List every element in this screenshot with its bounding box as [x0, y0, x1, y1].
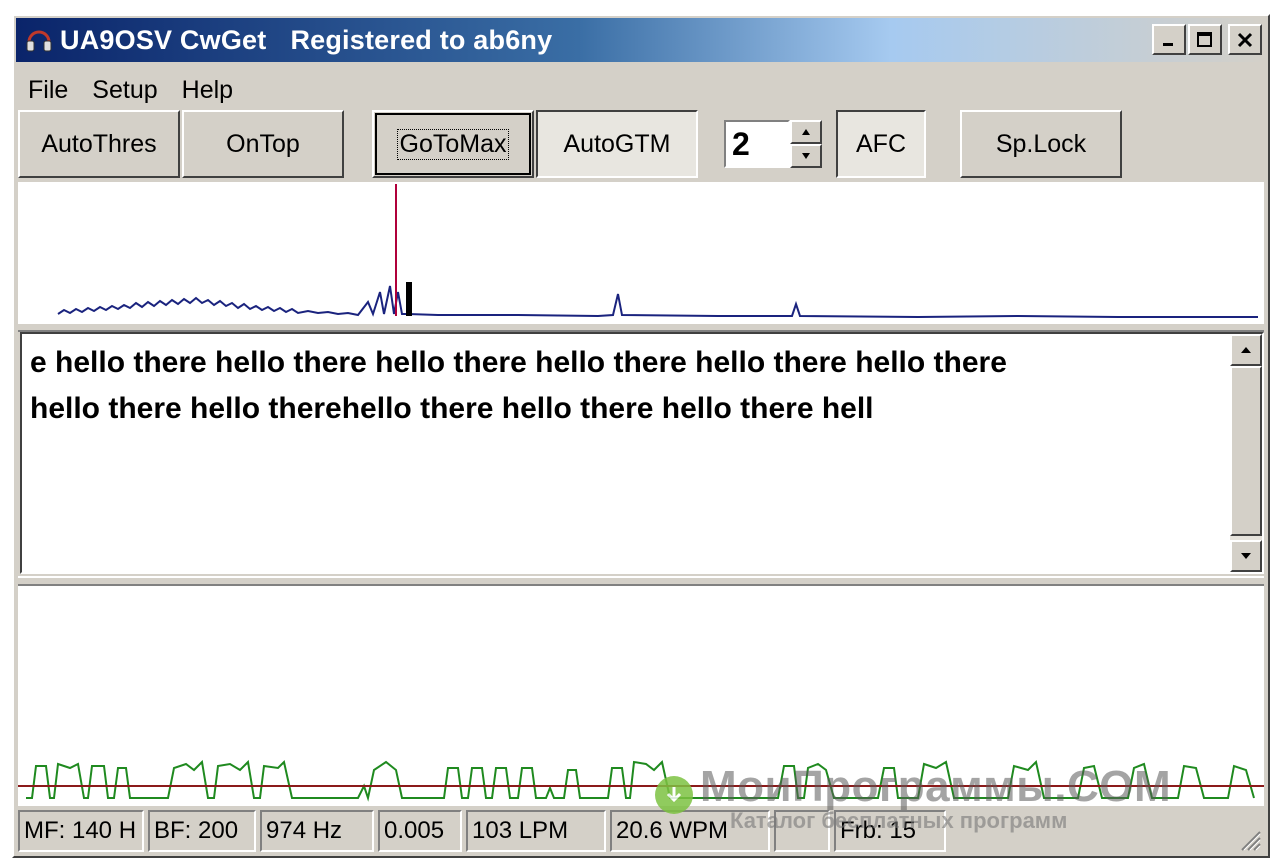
menu-bar: File Setup Help	[16, 72, 245, 108]
close-button[interactable]	[1228, 24, 1262, 55]
auto-gtm-label: AutoGTM	[563, 129, 671, 158]
sp-lock-label: Sp.Lock	[995, 129, 1087, 158]
arrow-down-icon	[802, 153, 810, 159]
status-frequency: 974 Hz	[260, 810, 374, 852]
app-window: UA9OSV CwGet Registered to ab6ny File Se…	[12, 14, 1270, 858]
vertical-scrollbar[interactable]	[1230, 334, 1262, 572]
splitter-top[interactable]	[18, 322, 1264, 332]
resize-grip-icon[interactable]	[1236, 826, 1262, 852]
toolbar: AutoThres OnTop GoToMax AutoGTM 2 AFC Sp…	[18, 110, 1264, 180]
go-to-max-label: GoToMax	[396, 128, 510, 160]
watermark-subtitle: Каталог бесплатных программ	[730, 808, 1068, 833]
gtm-interval-input[interactable]: 2	[724, 120, 790, 168]
spin-down-button[interactable]	[790, 144, 822, 168]
app-title: UA9OSV CwGet	[60, 24, 267, 55]
scroll-down-button[interactable]	[1230, 540, 1262, 572]
scroll-up-button[interactable]	[1230, 334, 1262, 366]
decoded-line-2: hello there hello therehello there hello…	[30, 392, 874, 425]
splitter-bottom[interactable]	[18, 576, 1264, 586]
auto-thres-button[interactable]: AutoThres	[18, 110, 180, 178]
minimize-icon	[1163, 42, 1173, 46]
on-top-button[interactable]: OnTop	[182, 110, 344, 178]
decoded-line-1: e hello there hello there hello there he…	[30, 346, 1007, 379]
menu-setup[interactable]: Setup	[80, 76, 169, 105]
menu-help[interactable]: Help	[170, 76, 245, 105]
status-bar: MF: 140 H BF: 200 974 Hz 0.005 103 LPM 2…	[18, 808, 1264, 854]
arrow-up-icon	[802, 129, 810, 135]
menu-file[interactable]: File	[16, 76, 80, 105]
window-controls	[1152, 24, 1262, 55]
gtm-interval-spinner	[790, 120, 822, 168]
afc-label: AFC	[856, 129, 906, 158]
status-level: 0.005	[378, 810, 462, 852]
on-top-label: OnTop	[226, 129, 300, 158]
registration-text: Registered to ab6ny	[290, 24, 553, 55]
arrow-up-icon	[1241, 347, 1251, 353]
afc-button[interactable]: AFC	[836, 110, 926, 178]
status-mf: MF: 140 H	[18, 810, 144, 852]
maximize-icon	[1197, 31, 1212, 47]
minimize-button[interactable]	[1152, 24, 1186, 55]
sp-lock-button[interactable]: Sp.Lock	[960, 110, 1122, 178]
title-bar[interactable]: UA9OSV CwGet Registered to ab6ny	[16, 18, 1266, 62]
arrow-down-icon	[1241, 553, 1251, 559]
spectrum-display[interactable]	[18, 182, 1264, 322]
headphones-icon	[24, 25, 54, 55]
auto-gtm-button[interactable]: AutoGTM	[536, 110, 698, 178]
tuning-marker	[406, 282, 412, 316]
decoded-text-area[interactable]: e hello there hello there hello there he…	[20, 332, 1264, 574]
maximize-button[interactable]	[1188, 24, 1222, 55]
status-lpm: 103 LPM	[466, 810, 606, 852]
status-bf: BF: 200	[148, 810, 256, 852]
watermark-title: МоиПрограммы.COM	[700, 762, 1172, 811]
auto-thres-label: AutoThres	[41, 129, 157, 158]
decoded-text: e hello there hello there hello there he…	[30, 340, 1226, 432]
spectrum-trace	[57, 285, 1258, 319]
spin-up-button[interactable]	[790, 120, 822, 144]
go-to-max-button[interactable]: GoToMax	[372, 110, 534, 178]
close-icon	[1237, 32, 1253, 47]
scroll-thumb[interactable]	[1230, 366, 1262, 536]
download-logo-icon	[655, 776, 693, 814]
